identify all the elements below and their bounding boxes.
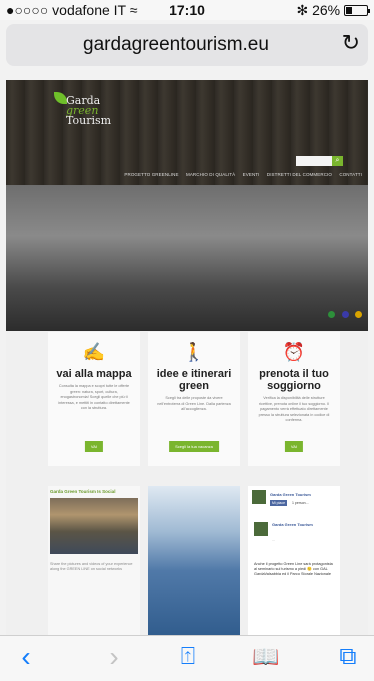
safari-toolbar: ‹ › ⍐ 📖 ⧉ [0, 635, 374, 681]
nav-item[interactable]: PROGETTO GREENLINE [124, 172, 178, 177]
card-text: Consulta la mappa e scopri tutte le offe… [58, 384, 130, 410]
feature-cards: ✍ vai alla mappa Consulta la mappa e sco… [48, 332, 340, 466]
card-button[interactable]: VAI [84, 441, 104, 452]
card-text: Scegli tra delle proposte da vivere nell… [157, 396, 231, 411]
fb-post-date: ... [272, 538, 275, 542]
social-box: Garda Green Tourism Is Social Share the … [48, 486, 140, 640]
battery-icon [344, 5, 370, 16]
card-title: prenota il tuo soggiorno [259, 368, 329, 392]
address-bar[interactable]: gardagreentourism.eu ↻ [6, 24, 368, 66]
nav-item[interactable]: EVENTI [243, 172, 260, 177]
bookmarks-icon[interactable]: 📖 [248, 640, 284, 674]
fb-post-author[interactable]: Garda Green Tourism [272, 522, 313, 527]
nav-item[interactable]: CONTATTI [339, 172, 362, 177]
lake-photo[interactable] [148, 486, 240, 640]
card-map: ✍ vai alla mappa Consulta la mappa e sco… [48, 332, 140, 466]
card-title: idee e itinerari green [156, 368, 232, 392]
card-text: Verifica la disponibilità delle struttur… [258, 396, 330, 422]
back-icon[interactable]: ‹ [8, 640, 44, 674]
bluetooth-icon: ✻ [296, 2, 309, 18]
social-text: Share the pictures and videos of your ex… [50, 562, 133, 571]
fb-likes-count: 1 person... [292, 501, 309, 505]
social-title: Garda Green Tourism Is Social [50, 489, 116, 494]
fb-post-thumbnail [254, 522, 268, 536]
search-button[interactable]: ⌕ [332, 156, 343, 166]
hiker-icon: 🚶 [182, 342, 206, 362]
forward-icon[interactable]: › [96, 640, 132, 674]
battery-percent: 26% [312, 2, 341, 18]
nav-item[interactable]: MARCHIO DI QUALITÀ [186, 172, 235, 177]
url-text[interactable]: gardagreentourism.eu [6, 24, 346, 66]
hero-image [6, 185, 368, 331]
fb-post-text: Anche il progetto Green Line sarà protag… [254, 562, 333, 576]
card-button[interactable]: Scegli la tua vacanza [169, 441, 219, 452]
fb-page-thumbnail[interactable] [252, 490, 266, 504]
map-pin-icon: ✍ [82, 342, 106, 362]
card-booking: ⏰ prenota il tuo soggiorno Verifica la d… [248, 332, 340, 466]
fb-page-name[interactable]: Garda Green Tourism [270, 492, 311, 497]
share-icon[interactable]: ⍐ [170, 640, 206, 674]
card-itineraries: 🚶 idee e itinerari green Scegli tra dell… [148, 332, 240, 466]
facebook-widget: Garda Green Tourism Mi piace 1 person...… [248, 486, 340, 640]
alarm-clock-icon: ⏰ [282, 342, 306, 362]
status-bar: ●○○○○ vodafone IT ≈ 17:10 ✻ 26% [0, 0, 374, 20]
flag-icon[interactable] [355, 311, 362, 318]
card-title: vai alla mappa [56, 368, 132, 380]
card-button[interactable]: VAI [284, 441, 304, 452]
reload-icon[interactable]: ↻ [342, 30, 360, 56]
fb-like-button[interactable]: Mi piace [270, 500, 288, 506]
social-photo[interactable] [50, 498, 138, 554]
social-section: Garda Green Tourism Is Social Share the … [48, 486, 340, 640]
search-input[interactable] [296, 156, 332, 166]
site-logo[interactable]: Garda green Tourism [54, 90, 124, 130]
site-header: Garda green Tourism ⌕ PROGETTO GREENLINE… [6, 80, 368, 185]
flag-icon[interactable] [328, 311, 336, 318]
main-nav: PROGETTO GREENLINE MARCHIO DI QUALITÀ EV… [118, 172, 362, 177]
web-page: Garda green Tourism ⌕ PROGETTO GREENLINE… [6, 80, 368, 640]
tabs-icon[interactable]: ⧉ [330, 640, 366, 674]
battery-status: ✻ 26% [296, 2, 370, 19]
logo-tourism: Tourism [66, 114, 112, 127]
nav-item[interactable]: DISTRETTI DEL COMMERCIO [267, 172, 332, 177]
flag-icon[interactable] [341, 311, 349, 318]
language-flags [326, 305, 362, 323]
